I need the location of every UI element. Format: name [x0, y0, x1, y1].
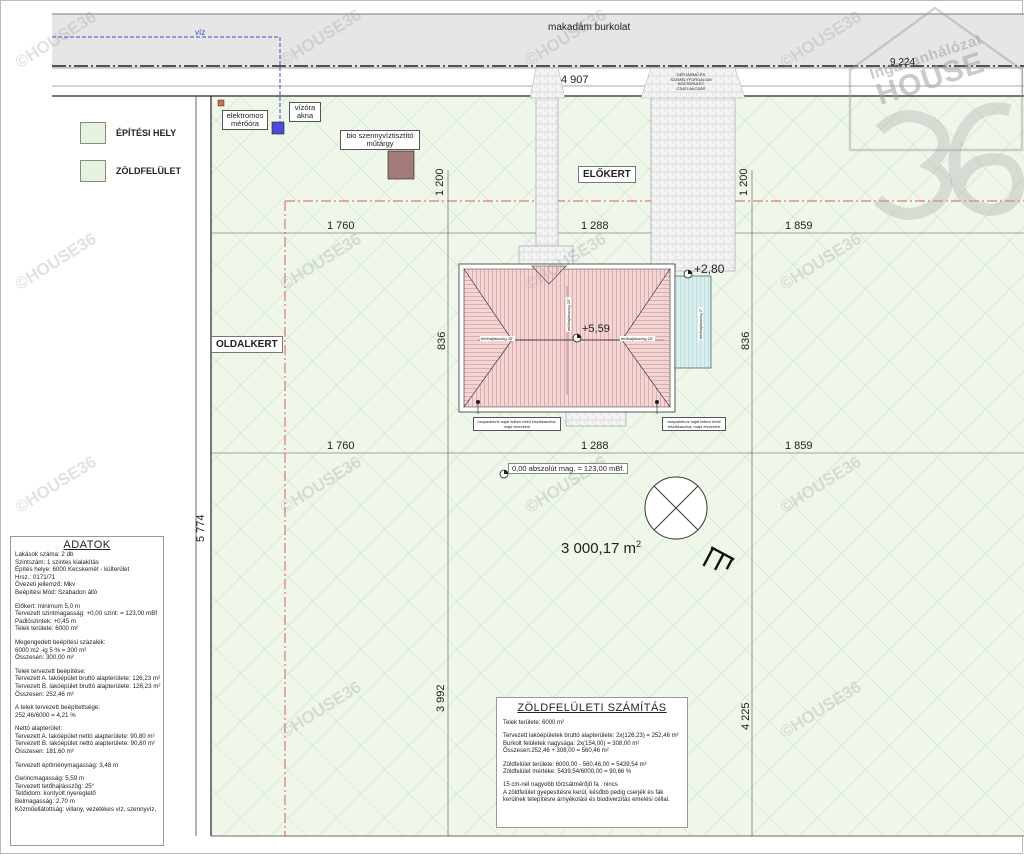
info-line: Telek tervezett beépítése: — [15, 667, 86, 675]
dim-plot-length: 5 774 — [195, 514, 207, 542]
dim-rear-left: 3 992 — [435, 684, 447, 712]
info-line: Építés helye: 6000 Kecskemét - külterüle… — [15, 566, 130, 574]
info-line: Belmagasság: 2,70 m — [15, 798, 75, 806]
info-line: Közműellátottság: villany, vezetékes víz… — [15, 805, 157, 813]
legend-label-green: ZÖLDFELÜLET — [116, 166, 181, 176]
green-calc-panel: ZÖLDFELÜLETI SZÁMÍTÁS Telek területe: 60… — [496, 697, 688, 828]
info-line: Övezeti jellemző: Mkv — [15, 581, 76, 589]
legend-green-area: ZÖLDFELÜLET — [80, 160, 181, 182]
absolute-level: 0,00 abszolút mag. = 123,00 mBf. — [508, 463, 629, 474]
dim-house-right: 836 — [740, 331, 752, 350]
data-panel-title: ADATOK — [63, 539, 111, 551]
dim-front-left: 1 200 — [434, 168, 446, 196]
plot-area-unit-exp: 2 — [636, 539, 642, 549]
brand-number: 36 — [900, 96, 901, 97]
info-line: 252,46/6000 = 4,21 % — [15, 711, 76, 719]
downspout-note-right: csapadékvíz saját telken belül elszikkas… — [662, 417, 726, 431]
info-line: Tervezett szintmagasság: +0,00 szint: = … — [15, 610, 158, 618]
level-terrace: +2,80 — [694, 262, 725, 276]
info-line: Hrsz.: 0171/71 — [15, 573, 56, 581]
legend-swatch-building — [80, 122, 106, 144]
side-garden-label: OLDALKERT — [211, 336, 283, 353]
info-line: Összesen:252,46 + 308,00 = 560,46 m² — [503, 748, 609, 755]
info-line: A zöldfelület gyepesítésre kerül, később… — [503, 789, 664, 796]
info-line: Tervezett tetőhajlásszög: 25° — [15, 782, 95, 790]
slope-label-center: tetőhajlásszög 25° — [566, 297, 571, 332]
electric-meter-tag: elektromos mérőóra — [222, 110, 268, 130]
info-line: Összesen: 300,00 m² — [15, 654, 74, 662]
info-line: Telek területe: 6000 m² — [15, 625, 78, 633]
water-line-label: víz — [195, 28, 206, 37]
septic-tag: bio szennyvíztisztító műtárgy — [340, 130, 420, 150]
level-ridge: +5,59 — [582, 323, 610, 335]
info-line: Összesen: 252,46 m² — [15, 690, 74, 698]
green-calc-lines: Telek területe: 6000 m² Tervezett lakóépü… — [503, 720, 681, 805]
info-line: Telek területe: 6000 m² — [503, 720, 565, 726]
info-line: Tervezett B. lakóépület bruttó alapterül… — [15, 682, 161, 690]
front-garden-label: ELŐKERT — [578, 166, 636, 183]
access-tag: GÉPJÁRMŰ ÉS SZEMÉLYFORGALOM KÖZTERÜLET C… — [670, 72, 712, 91]
data-panel-lines: Lakások száma: 2 db Szintszám: 1 szintes … — [15, 551, 161, 813]
info-line: Zöldfelület területe: 6000,00 - 560,46,0… — [503, 761, 647, 768]
legend-swatch-green — [80, 160, 106, 182]
info-line: Lakások száma: 2 db — [15, 551, 74, 558]
plot-area: 3 000,17 m2 — [561, 539, 641, 557]
info-line: Zöldfelület mértéke: 5439,54/6000,00 = 9… — [503, 769, 632, 776]
data-panel: ADATOK Lakások száma: 2 db Szintszám: 1 s… — [10, 536, 164, 846]
dim-bot-right: 1 859 — [785, 440, 813, 452]
info-line: Tervezett lakóépületek bruttó alapterüle… — [503, 733, 679, 740]
info-line: 15 cm-nél nagyobb törzsátmérőjű fa : nin… — [503, 782, 618, 789]
info-line: Tervezett A. lakóépület nettó alapterüle… — [15, 732, 155, 740]
info-line: Padlószintek: +0,45 m — [15, 617, 77, 625]
dim-rear-right: 4 225 — [740, 702, 752, 730]
info-line: Tervezett építménymagasság: 3,48 m — [15, 761, 119, 769]
dim-bot-left: 1 760 — [327, 440, 355, 452]
dim-bot-mid: 1 288 — [581, 440, 609, 452]
dim-top-left: 1 760 — [327, 220, 355, 232]
legend-label-building: ÉPÍTÉSI HELY — [116, 128, 177, 138]
dim-top-right: 1 859 — [785, 220, 813, 232]
slope-label-left: tetőhajlásszög 25° — [480, 336, 515, 341]
info-line: Tervezett A. lakóépület bruttó alapterül… — [15, 675, 161, 683]
info-line: Beépítési Mód: Szabadon álló — [15, 588, 98, 596]
info-line: 6000 m2 -ig 5 % = 300 m² — [15, 646, 87, 654]
info-line: Szintszám: 1 szintes kialakítás — [15, 558, 99, 566]
slope-label-right: tetőhajlásszög 25° — [620, 336, 655, 341]
dim-house-left: 836 — [436, 331, 448, 350]
info-line: Nettó alapterület: — [15, 725, 63, 733]
dim-top-mid: 1 288 — [581, 220, 609, 232]
water-meter-tag: vízóra akna — [289, 102, 321, 122]
dim-front-right: 1 200 — [738, 168, 750, 196]
dim-road-width: 4 907 — [561, 74, 589, 86]
downspout-note-left: csapadékvíz saját telken belül elszikkas… — [473, 417, 561, 431]
slope-label-terrace: tetőhajlásszög 2° — [698, 307, 703, 340]
green-calc-title: ZÖLDFELÜLETI SZÁMÍTÁS — [517, 702, 667, 714]
info-line: Megengedett beépítési százalék: — [15, 638, 106, 646]
info-line: Tetőidom: kontyolt nyeregtető — [15, 790, 96, 798]
info-line: kerülnek telepítésre árnyékolási és biod… — [503, 797, 670, 804]
legend-building-zone: ÉPÍTÉSI HELY — [80, 122, 176, 144]
info-line: Előkert: minimum 5,0 m — [15, 602, 80, 610]
info-line: Tervezett B. lakóépület nettó alapterüle… — [15, 740, 155, 748]
info-line: Gerincmagasság: 5,59 m — [15, 775, 85, 783]
dim-road-right: 9 224 — [890, 57, 916, 68]
road-label: makadám burkolat — [548, 22, 631, 33]
info-line: Összesen: 181,60 m² — [15, 748, 74, 756]
plot-area-value: 3 000,17 m — [561, 540, 637, 557]
info-line: A telek tervezett beépítettsége: — [15, 704, 100, 712]
